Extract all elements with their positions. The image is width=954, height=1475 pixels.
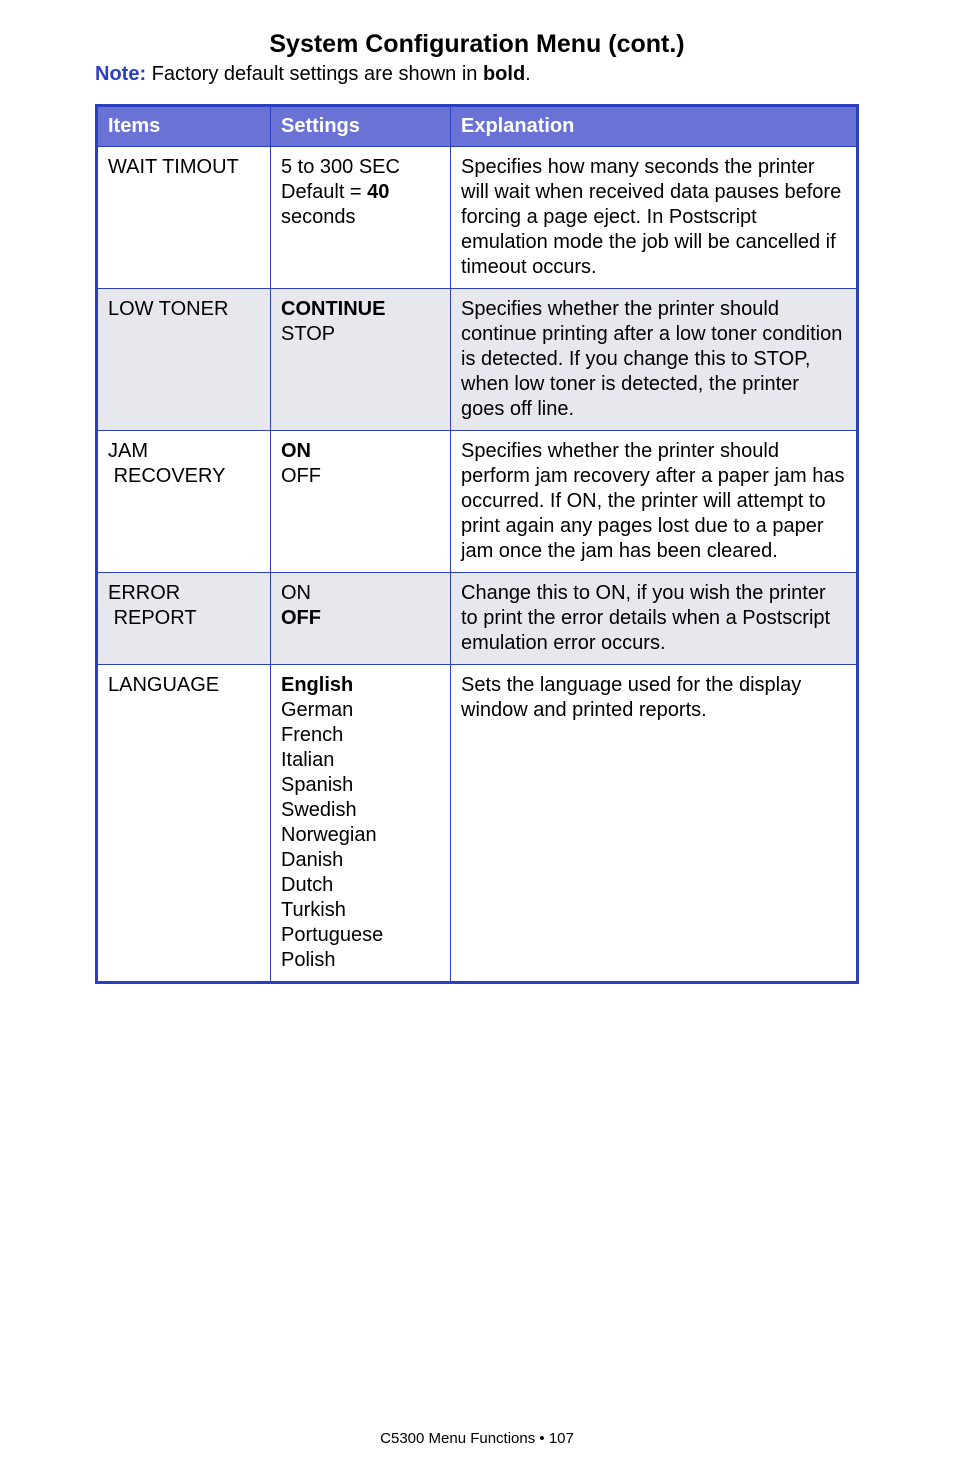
page: System Configuration Menu (cont.) Note: … bbox=[0, 0, 954, 1475]
header-items: Items bbox=[97, 106, 271, 147]
header-settings: Settings bbox=[271, 106, 451, 147]
settings-post: OFF bbox=[281, 465, 321, 487]
cell-explanation: Specifies how many seconds the printer w… bbox=[451, 147, 858, 289]
cell-settings: English German French Italian Spanish Sw… bbox=[271, 665, 451, 983]
table-row: WAIT TIMOUT 5 to 300 SEC Default = 40 se… bbox=[97, 147, 858, 289]
cell-item: LANGUAGE bbox=[97, 665, 271, 983]
cell-item: JAM RECOVERY bbox=[97, 431, 271, 573]
cell-settings: ON OFF bbox=[271, 431, 451, 573]
cell-settings: CONTINUE STOP bbox=[271, 289, 451, 431]
header-explanation: Explanation bbox=[451, 106, 858, 147]
settings-post: German French Italian Spanish Swedish No… bbox=[281, 699, 383, 971]
table-body: WAIT TIMOUT 5 to 300 SEC Default = 40 se… bbox=[97, 147, 858, 983]
table-row: LANGUAGE English German French Italian S… bbox=[97, 665, 858, 983]
page-title: System Configuration Menu (cont.) bbox=[95, 30, 859, 59]
cell-settings: ON OFF bbox=[271, 573, 451, 665]
cell-explanation: Change this to ON, if you wish the print… bbox=[451, 573, 858, 665]
cell-explanation: Specifies whether the printer should per… bbox=[451, 431, 858, 573]
table-row: ERROR REPORT ON OFF Change this to ON, i… bbox=[97, 573, 858, 665]
settings-bold: English bbox=[281, 674, 353, 696]
cell-item: LOW TONER bbox=[97, 289, 271, 431]
note-text-suffix: . bbox=[525, 63, 531, 85]
page-footer: C5300 Menu Functions • 107 bbox=[0, 1430, 954, 1447]
settings-bold: 40 bbox=[367, 181, 389, 203]
note-text-prefix: Factory default settings are shown in bbox=[146, 63, 483, 85]
config-table: Items Settings Explanation WAIT TIMOUT 5… bbox=[95, 104, 859, 984]
note-line: Note: Factory default settings are shown… bbox=[95, 63, 859, 86]
settings-post: STOP bbox=[281, 323, 335, 345]
settings-pre: ON bbox=[281, 582, 311, 604]
cell-settings: 5 to 300 SEC Default = 40 seconds bbox=[271, 147, 451, 289]
cell-item: WAIT TIMOUT bbox=[97, 147, 271, 289]
settings-bold: OFF bbox=[281, 607, 321, 629]
cell-item: ERROR REPORT bbox=[97, 573, 271, 665]
note-text-bold: bold bbox=[483, 63, 525, 85]
table-header-row: Items Settings Explanation bbox=[97, 106, 858, 147]
cell-explanation: Sets the language used for the display w… bbox=[451, 665, 858, 983]
settings-post: seconds bbox=[281, 206, 356, 228]
settings-bold: CONTINUE bbox=[281, 298, 385, 320]
table-row: JAM RECOVERY ON OFF Specifies whether th… bbox=[97, 431, 858, 573]
note-label: Note: bbox=[95, 63, 146, 85]
cell-explanation: Specifies whether the printer should con… bbox=[451, 289, 858, 431]
settings-bold: ON bbox=[281, 440, 311, 462]
table-row: LOW TONER CONTINUE STOP Specifies whethe… bbox=[97, 289, 858, 431]
